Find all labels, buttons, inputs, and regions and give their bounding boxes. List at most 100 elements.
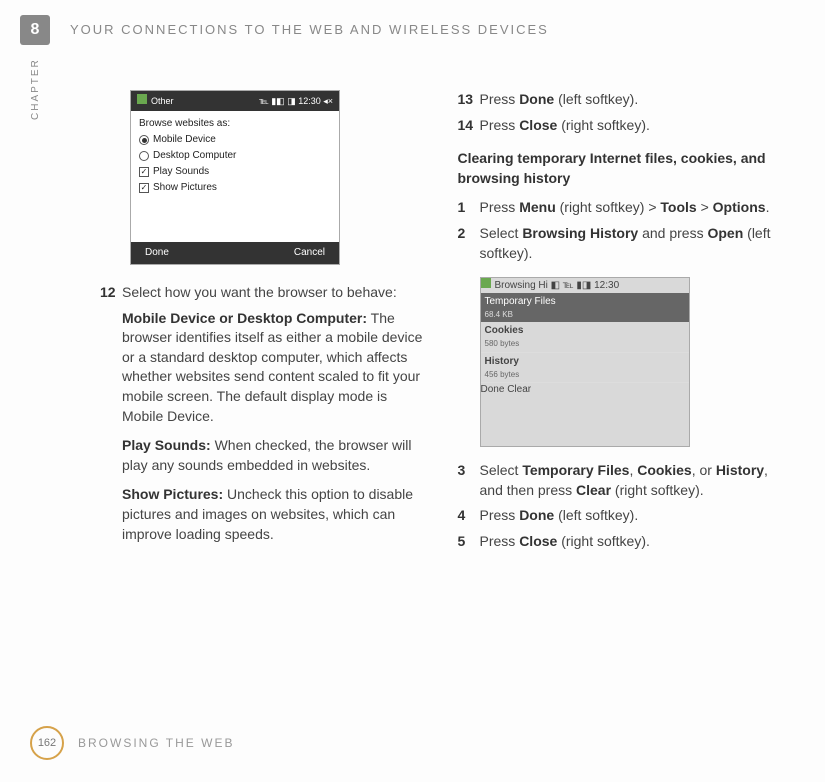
t: Select (480, 462, 523, 478)
step-number: 12 (100, 283, 122, 303)
t: Clear (576, 482, 611, 498)
t: (right softkey). (557, 533, 650, 549)
softkey-done: Done (145, 246, 169, 260)
chapter-number-badge: 8 (20, 15, 50, 45)
start-icon (137, 94, 147, 104)
step-4: 4 Press Done (left softkey). (458, 506, 786, 526)
t: Menu (519, 199, 556, 215)
option-play-sounds: Play Sounds: When checked, the browser w… (122, 436, 428, 475)
softkey-clear: Clear (507, 384, 531, 395)
step-number: 3 (458, 461, 480, 500)
row-history: History 456 bytes (481, 353, 689, 383)
page-footer: 162 BROWSING THE WEB (30, 726, 234, 760)
t: Cookies (637, 462, 691, 478)
check-play-sounds: Play Sounds (153, 165, 209, 179)
t: Done (519, 507, 554, 523)
t: (left softkey). (554, 91, 638, 107)
step-number: 4 (458, 506, 480, 526)
screenshot2-softkeys: Done Clear (481, 383, 689, 397)
t: Done (519, 91, 554, 107)
row-size: 456 bytes (485, 369, 685, 380)
step-text: Press Done (left softkey). (480, 506, 786, 526)
t: . (766, 199, 770, 215)
option-show-pictures: Show Pictures: Uncheck this option to di… (122, 485, 428, 544)
radio-desktop-computer: Desktop Computer (153, 149, 236, 163)
radio-icon (139, 135, 149, 145)
screenshot1-softkeys: Done Cancel (131, 242, 339, 264)
step-number: 5 (458, 532, 480, 552)
check-show-pictures: Show Pictures (153, 181, 217, 195)
step-13: 13 Press Done (left softkey). (458, 90, 786, 110)
right-column: 13 Press Done (left softkey). 14 Press C… (458, 90, 786, 558)
footer-section-title: BROWSING THE WEB (78, 736, 234, 750)
t: > (697, 199, 713, 215)
step-5: 5 Press Close (right softkey). (458, 532, 786, 552)
row-label: Cookies (485, 324, 685, 338)
row-cookies: Cookies 580 bytes (481, 322, 689, 352)
screenshot2-body: Temporary Files 68.4 KB Cookies 580 byte… (481, 293, 689, 383)
t: Press (480, 507, 520, 523)
t: Press (480, 117, 520, 133)
screenshot1-status: ℡ ▮◧ ◨ 12:30 ◂× (259, 95, 333, 108)
step-text: Press Close (right softkey). (480, 116, 786, 136)
t: Close (519, 117, 557, 133)
t: Open (707, 225, 743, 241)
t: (right softkey) > (556, 199, 661, 215)
step-14: 14 Press Close (right softkey). (458, 116, 786, 136)
screenshot1-titlebar: Other ℡ ▮◧ ◨ 12:30 ◂× (131, 91, 339, 111)
option-label: Play Sounds: (122, 437, 211, 453)
step-text: Select how you want the browser to behav… (122, 283, 428, 303)
row-temporary-files: Temporary Files 68.4 KB (481, 293, 689, 322)
t: Press (480, 533, 520, 549)
t: Temporary Files (522, 462, 629, 478)
screenshot1-title: Other (151, 96, 174, 106)
t: (left softkey). (554, 507, 638, 523)
screenshot-browsing-history: Browsing Hi ◧ ℡ ▮◨ 12:30 Temporary Files… (480, 277, 690, 447)
page-number-circle: 162 (30, 726, 64, 760)
step-text: Select Temporary Files, Cookies, or Hist… (480, 461, 786, 500)
step-12: 12 Select how you want the browser to be… (100, 283, 428, 303)
t: Press (480, 199, 520, 215)
row-size: 68.4 KB (485, 309, 685, 320)
option-label: Show Pictures: (122, 486, 223, 502)
checkbox-icon: ✓ (139, 183, 149, 193)
step-number: 1 (458, 198, 480, 218)
t: History (716, 462, 764, 478)
step-number: 14 (458, 116, 480, 136)
option-text: The browser identifies itself as either … (122, 310, 422, 424)
step-1: 1 Press Menu (right softkey) > Tools > O… (458, 198, 786, 218)
step-2: 2 Select Browsing History and press Open… (458, 224, 786, 263)
t: Options (713, 199, 766, 215)
t: Press (480, 91, 520, 107)
softkey-cancel: Cancel (294, 246, 325, 260)
chapter-label: CHAPTER (30, 58, 41, 120)
t: and press (638, 225, 707, 241)
t: Tools (660, 199, 696, 215)
row-label: History (485, 355, 685, 369)
step-3: 3 Select Temporary Files, Cookies, or Hi… (458, 461, 786, 500)
start-icon (481, 278, 491, 288)
screenshot2-title: Browsing Hi (495, 280, 548, 291)
step-number: 2 (458, 224, 480, 263)
step-text: Press Menu (right softkey) > Tools > Opt… (480, 198, 786, 218)
section-heading-clearing: Clearing temporary Internet files, cooki… (458, 149, 786, 188)
softkey-done: Done (481, 384, 505, 395)
radio-mobile-device: Mobile Device (153, 133, 216, 147)
t: , or (692, 462, 716, 478)
screenshot-browser-options: Other ℡ ▮◧ ◨ 12:30 ◂× Browse websites as… (130, 90, 340, 265)
checkbox-icon: ✓ (139, 167, 149, 177)
row-label: Temporary Files (485, 295, 685, 309)
option-label: Mobile Device or Desktop Computer: (122, 310, 367, 326)
step-text: Press Done (left softkey). (480, 90, 786, 110)
t: (right softkey). (611, 482, 704, 498)
t: Select (480, 225, 523, 241)
step-text: Press Close (right softkey). (480, 532, 786, 552)
screenshot1-body: Browse websites as: Mobile Device Deskto… (131, 111, 339, 242)
left-column: Other ℡ ▮◧ ◨ 12:30 ◂× Browse websites as… (100, 90, 428, 558)
option-mobile-desktop: Mobile Device or Desktop Computer: The b… (122, 309, 428, 427)
step-number: 13 (458, 90, 480, 110)
radio-icon (139, 151, 149, 161)
t: Close (519, 533, 557, 549)
step-text: Select Browsing History and press Open (… (480, 224, 786, 263)
screenshot1-prompt: Browse websites as: (139, 117, 331, 131)
